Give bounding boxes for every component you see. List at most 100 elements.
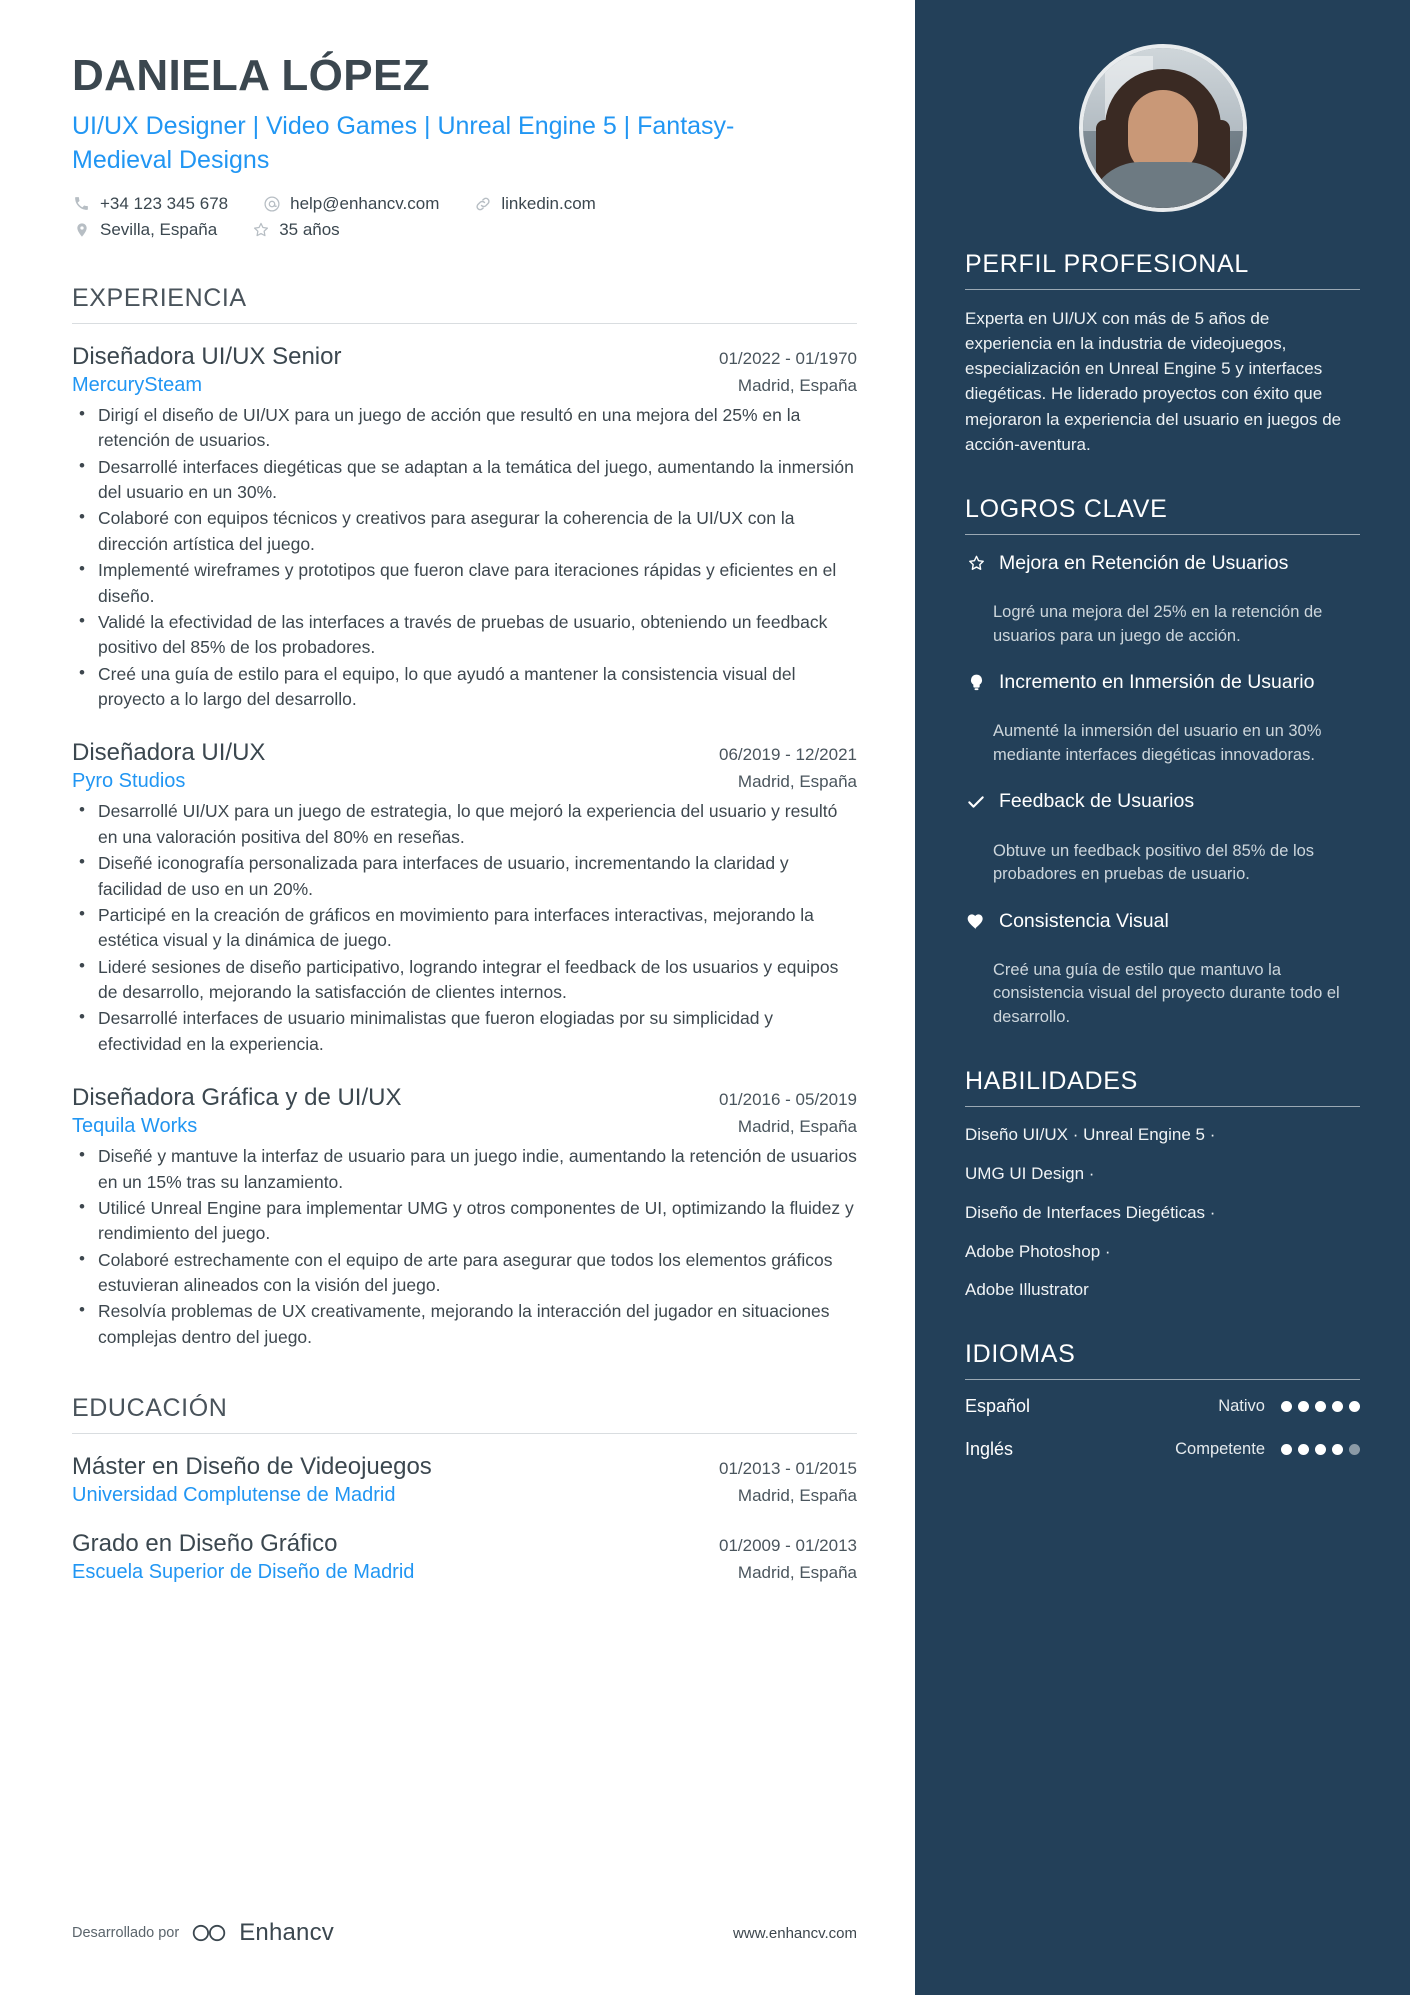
job-title: Diseñadora UI/UX Senior [72, 342, 342, 370]
education-entry: Grado en Diseño Gráfico 01/2009 - 01/201… [72, 1529, 857, 1584]
page-footer: Desarrollado por Enhancv www.enhancv.com [72, 1919, 857, 1947]
job-bullets: Diseñé y mantuve la interfaz de usuario … [72, 1143, 857, 1350]
achievement-header: Feedback de Usuarios [965, 789, 1360, 819]
experience-entry-header: Diseñadora Gráfica y de UI/UX 01/2016 - … [72, 1083, 857, 1113]
degree-dates: 01/2013 - 01/2015 [718, 1459, 857, 1479]
job-dates: 01/2016 - 05/2019 [718, 1090, 857, 1110]
sidebar: PERFIL PROFESIONAL Experta en UI/UX con … [915, 0, 1410, 1995]
experience-entry-subheader: Pyro Studios Madrid, España [72, 770, 857, 793]
language-rating-dots [1281, 1401, 1360, 1413]
skills-divider [965, 1106, 1360, 1108]
email-icon [262, 194, 281, 213]
heart-icon [965, 909, 987, 939]
rating-dot [1298, 1444, 1309, 1456]
education-section-title: EDUCACIÓN [72, 1394, 228, 1423]
company-name[interactable]: Tequila Works [72, 1115, 197, 1138]
job-bullet: Participé en la creación de gráficos en … [72, 902, 857, 954]
language-row: Inglés Competente [965, 1439, 1360, 1460]
achievement-body: Feedback de Usuarios [999, 789, 1360, 819]
school-name[interactable]: Universidad Complutense de Madrid [72, 1484, 396, 1507]
contact-email[interactable]: help@enhancv.com [262, 194, 439, 214]
education-entry-header: Máster en Diseño de Videojuegos 01/2013 … [72, 1452, 857, 1482]
job-bullet: Validé la efectividad de las interfaces … [72, 609, 857, 661]
achievement-description: Creé una guía de estilo que mantuvo la c… [993, 960, 1340, 1026]
contact-age: 35 años [251, 220, 340, 240]
school-location: Madrid, España [737, 1563, 857, 1583]
job-bullet: Diseñé iconografía personalizada para in… [72, 850, 857, 902]
rating-dot [1315, 1444, 1326, 1456]
language-rating-dots [1281, 1444, 1360, 1456]
profile-text: Experta en UI/UX con más de 5 años de ex… [965, 309, 1342, 454]
achievement-title: Incremento en Inmersión de Usuario [999, 671, 1315, 694]
rating-dot [1315, 1401, 1326, 1413]
education-entry-subheader: Escuela Superior de Diseño de Madrid Mad… [72, 1561, 857, 1584]
contact-location-text: Sevilla, España [100, 219, 218, 239]
profile-section-title: PERFIL PROFESIONAL [965, 250, 1249, 278]
contact-linkedin[interactable]: linkedin.com [473, 194, 596, 214]
experience-divider [72, 322, 857, 324]
rating-dot [1281, 1401, 1292, 1413]
school-name[interactable]: Escuela Superior de Diseño de Madrid [72, 1561, 414, 1584]
job-bullets: Dirigí el diseño de UI/UX para un juego … [72, 402, 857, 713]
contact-linkedin-text: linkedin.com [501, 193, 596, 213]
achievement-title: Consistencia Visual [999, 909, 1169, 932]
rating-dot [1349, 1401, 1360, 1413]
school-location: Madrid, España [737, 1486, 857, 1506]
job-title: Diseñadora Gráfica y de UI/UX [72, 1084, 402, 1112]
experience-entry-header: Diseñadora UI/UX Senior 01/2022 - 01/197… [72, 342, 857, 372]
company-name[interactable]: Pyro Studios [72, 770, 185, 793]
education-entry-header: Grado en Diseño Gráfico 01/2009 - 01/201… [72, 1529, 857, 1559]
experience-entry-header: Diseñadora UI/UX 06/2019 - 12/2021 [72, 738, 857, 768]
job-bullets: Desarrollé UI/UX para un juego de estrat… [72, 798, 857, 1057]
location-pin-icon [72, 220, 91, 239]
brand-block: Desarrollado por Enhancv [72, 1919, 334, 1947]
education-entry-subheader: Universidad Complutense de Madrid Madrid… [72, 1484, 857, 1507]
skill-line: Diseño de Interfaces Diegéticas · [965, 1202, 1216, 1222]
phone-icon [72, 194, 91, 213]
achievement-body: Incremento en Inmersión de Usuario [999, 670, 1360, 700]
job-bullet: Desarrollé interfaces de usuario minimal… [72, 1005, 857, 1057]
job-location: Madrid, España [737, 1117, 857, 1137]
company-name[interactable]: MercurySteam [72, 374, 202, 397]
contact-phone-text: +34 123 345 678 [100, 193, 229, 213]
experience-entry: Diseñadora Gráfica y de UI/UX 01/2016 - … [72, 1083, 857, 1350]
achievement-body: Mejora en Retención de Usuarios [999, 551, 1360, 581]
experience-section-title: EXPERIENCIA [72, 283, 247, 312]
achievement-description: Obtuve un feedback positivo del 85% de l… [993, 841, 1315, 884]
job-bullet: Desarrollé interfaces diegéticas que se … [72, 454, 857, 506]
achievement-description: Aumenté la inmersión del usuario en un 3… [993, 722, 1322, 764]
job-bullet: Lideré sesiones de diseño participativo,… [72, 954, 857, 1006]
resume-page: DANIELA LÓPEZ UI/UX Designer | Video Gam… [0, 0, 1410, 1995]
achievement-item: Incremento en Inmersión de Usuario Aumen… [965, 670, 1360, 767]
contact-phone[interactable]: +34 123 345 678 [72, 194, 228, 214]
avatar-wrapper [965, 0, 1360, 212]
achievement-header: Consistencia Visual [965, 909, 1360, 939]
experience-entry: Diseñadora UI/UX 06/2019 - 12/2021 Pyro … [72, 738, 857, 1057]
link-icon [473, 194, 492, 213]
contact-age-text: 35 años [279, 219, 340, 239]
lightbulb-icon [965, 670, 987, 700]
enhancv-logo-icon [191, 1922, 227, 1944]
star-outline-icon [965, 551, 987, 581]
job-location: Madrid, España [737, 375, 857, 395]
languages-section-title: IDIOMAS [965, 1340, 1076, 1369]
experience-entry: Diseñadora UI/UX Senior 01/2022 - 01/197… [72, 342, 857, 713]
job-bullet: Implementé wireframes y prototipos que f… [72, 557, 857, 609]
contact-row-primary: +34 123 345 678 help@enhancv.com linkedi… [72, 194, 857, 214]
job-dates: 01/2022 - 01/1970 [718, 348, 857, 368]
achievement-item: Mejora en Retención de Usuarios Logré un… [965, 551, 1360, 648]
language-name: Español [965, 1396, 1031, 1417]
degree-title: Grado en Diseño Gráfico [72, 1530, 338, 1558]
language-level: Nativo [1218, 1397, 1265, 1416]
job-bullet: Dirigí el diseño de UI/UX para un juego … [72, 402, 857, 454]
experience-entry-subheader: MercurySteam Madrid, España [72, 374, 857, 397]
achievement-description: Logré una mejora del 25% en la retención… [993, 603, 1323, 645]
rating-dot [1332, 1401, 1343, 1413]
job-bullet: Creé una guía de estilo para el equipo, … [72, 661, 857, 713]
achievement-item: Consistencia Visual Creé una guía de est… [965, 909, 1360, 1030]
achievement-item: Feedback de Usuarios Obtuve un feedback … [965, 789, 1360, 886]
professional-headline: UI/UX Designer | Video Games | Unreal En… [72, 112, 735, 175]
footer-url[interactable]: www.enhancv.com [733, 1925, 857, 1942]
job-bullet: Desarrollé UI/UX para un juego de estrat… [72, 798, 857, 850]
job-bullet: Resolvía problemas de UX creativamente, … [72, 1298, 857, 1350]
